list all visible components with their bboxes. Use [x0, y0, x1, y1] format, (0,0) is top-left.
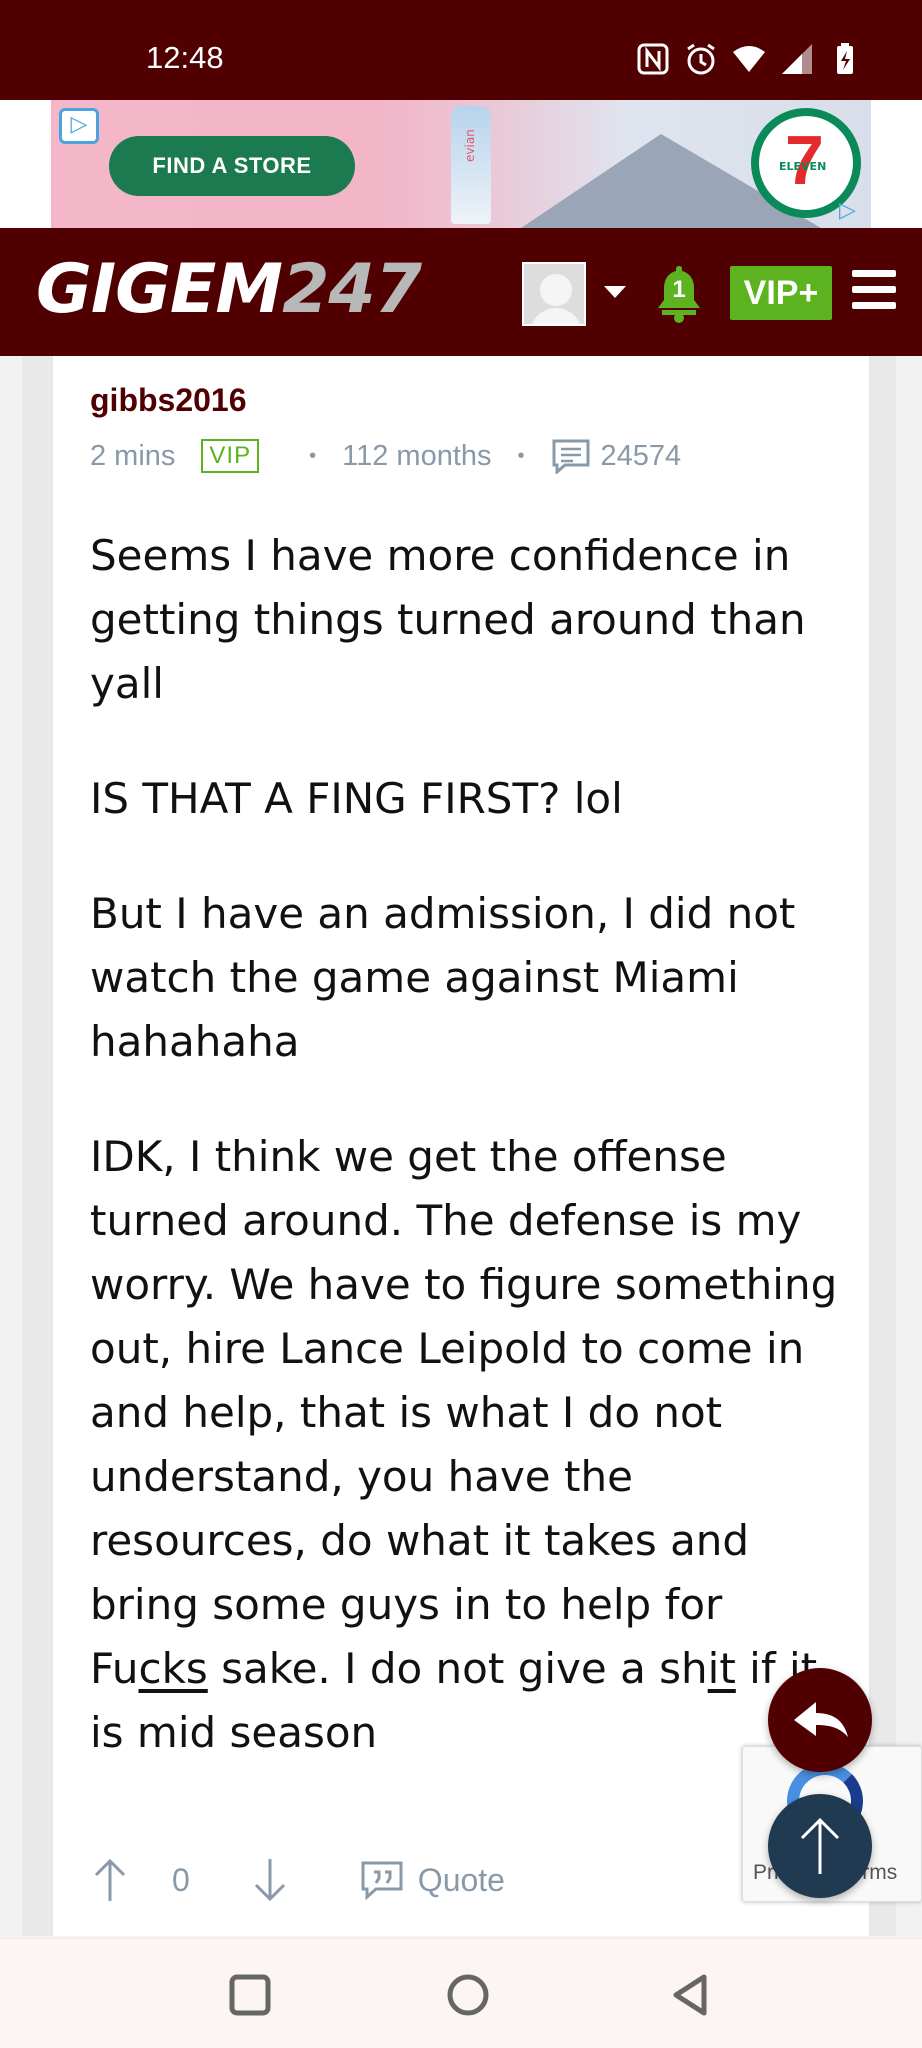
chevron-down-icon[interactable] — [604, 286, 626, 298]
vip-badge: VIP — [201, 439, 260, 473]
post-paragraph: But I have an admission, I did not watch… — [90, 889, 796, 1066]
avatar-head — [540, 274, 572, 306]
home-icon[interactable] — [446, 1973, 490, 2017]
post-paragraph: IDK, I think we get the offense turned a… — [90, 1125, 850, 1765]
status-time: 12:48 — [146, 40, 224, 75]
downvote-arrow-icon[interactable] — [250, 1857, 290, 1903]
message-icon — [551, 438, 591, 476]
ad-image[interactable]: ▷ FIND A STORE evian 7 ELEVEN ▷ — [51, 100, 871, 228]
wifi-icon — [732, 42, 766, 76]
quote-icon — [360, 1860, 404, 1901]
back-icon[interactable] — [668, 1973, 712, 2017]
vip-plus-button[interactable]: VIP+ — [730, 266, 832, 320]
battery-charging-icon — [828, 42, 862, 76]
meta-separator: • — [309, 444, 317, 467]
ad-banner[interactable]: ▷ FIND A STORE evian 7 ELEVEN ▷ — [0, 100, 922, 228]
post-count: 24574 — [600, 439, 682, 472]
reply-arrow-icon — [794, 1702, 848, 1737]
paragraph-text: sake. I do not give a sh — [207, 1644, 708, 1693]
logo-text: ELEVEN — [779, 160, 827, 173]
right-gutter — [870, 356, 896, 1936]
post-paragraph: Seems I have more confidence in getting … — [90, 531, 806, 708]
arrow-up-icon — [800, 1817, 840, 1874]
left-gutter — [22, 356, 52, 1936]
ad-corner-icon[interactable]: ▷ — [839, 198, 865, 224]
nfc-icon — [636, 42, 670, 76]
avatar[interactable] — [522, 262, 586, 326]
bottle-label: evian — [463, 129, 477, 162]
notifications-bell-icon[interactable]: 1 — [654, 262, 704, 324]
status-bar: 12:48 — [0, 0, 922, 100]
censored-word: cks — [138, 1644, 208, 1693]
reply-button[interactable] — [768, 1668, 872, 1772]
logo-text: GIGEM — [36, 250, 283, 329]
recents-icon[interactable] — [228, 1973, 272, 2017]
post-meta: 2 mins VIP • 112 months • 24574 — [90, 436, 681, 476]
vote-count: 0 — [172, 1861, 190, 1898]
find-a-store-button[interactable]: FIND A STORE — [109, 136, 355, 196]
post-paragraph: IS THAT A FING FIRST? lol — [90, 774, 623, 823]
member-duration: 112 months — [342, 439, 492, 472]
avatar-torso — [530, 308, 582, 324]
post-username[interactable]: gibbs2016 — [90, 382, 247, 419]
system-nav-bar — [0, 1938, 922, 2048]
ad-choices-icon[interactable]: ▷ — [59, 108, 99, 144]
post-actions: 0 Quote — [90, 1852, 505, 1908]
censored-word: it — [707, 1644, 736, 1693]
site-header: GIGEM247 1 VIP+ — [0, 228, 922, 356]
hamburger-menu-icon[interactable] — [852, 270, 896, 314]
logo-number: 247 — [282, 250, 422, 329]
upvote-arrow-icon[interactable] — [90, 1857, 130, 1903]
alarm-icon — [684, 42, 718, 76]
scroll-to-top-button[interactable] — [768, 1794, 872, 1898]
site-logo[interactable]: GIGEM247 — [36, 250, 422, 329]
status-icons — [636, 42, 862, 76]
quote-button[interactable]: Quote — [360, 1860, 505, 1901]
meta-separator: • — [517, 444, 525, 467]
signal-icon — [780, 42, 814, 76]
post-body: Seems I have more confidence in getting … — [90, 524, 850, 1816]
paragraph-text: IDK, I think we get the offense turned a… — [90, 1132, 838, 1693]
post-time: 2 mins — [90, 439, 176, 472]
notification-count: 1 — [672, 276, 686, 303]
water-bottle-image: evian — [451, 106, 491, 224]
quote-label: Quote — [417, 1861, 505, 1898]
